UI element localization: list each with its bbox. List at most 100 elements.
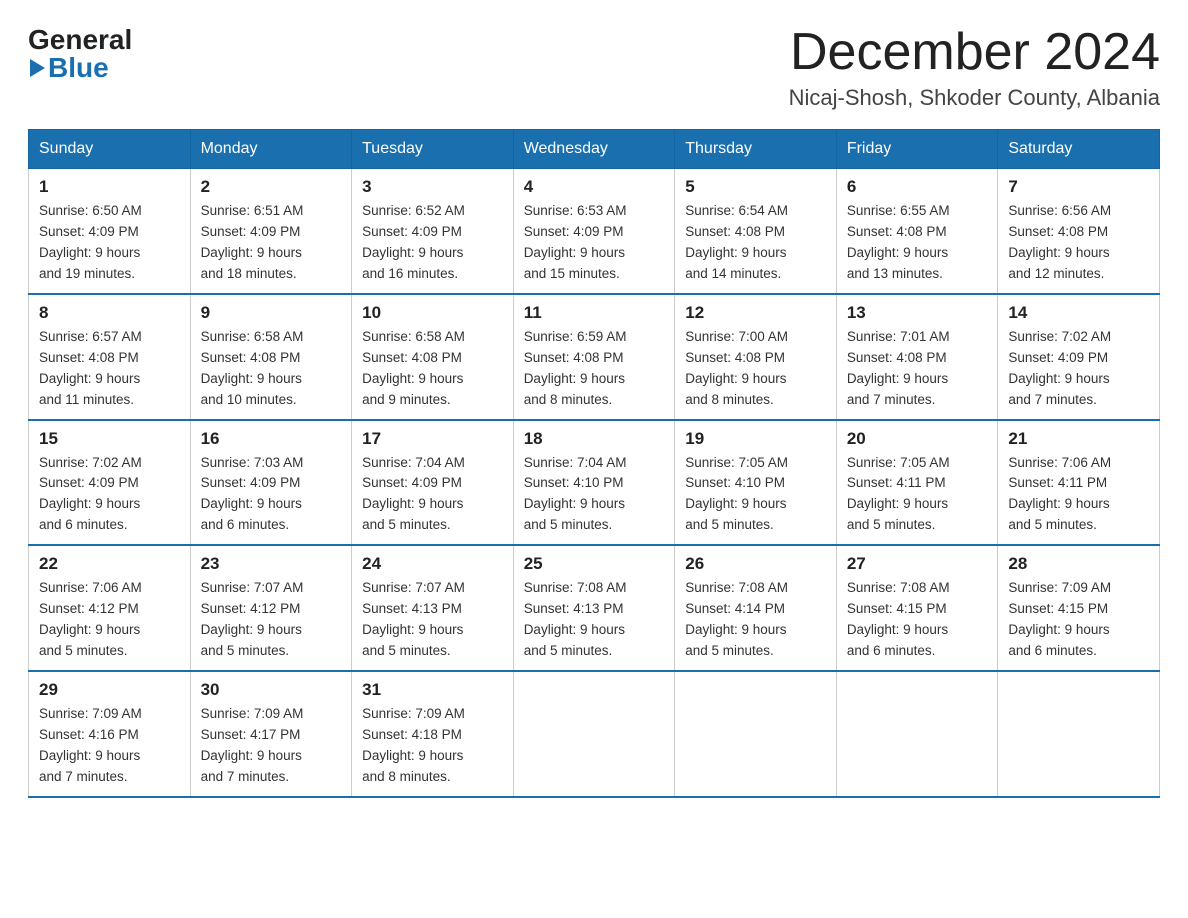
calendar-table: SundayMondayTuesdayWednesdayThursdayFrid… [28,129,1160,797]
day-info: Sunrise: 6:59 AMSunset: 4:08 PMDaylight:… [524,327,665,411]
day-info: Sunrise: 7:09 AMSunset: 4:18 PMDaylight:… [362,704,503,788]
day-info: Sunrise: 7:04 AMSunset: 4:09 PMDaylight:… [362,453,503,537]
day-number: 15 [39,429,180,449]
day-info: Sunrise: 7:04 AMSunset: 4:10 PMDaylight:… [524,453,665,537]
calendar-cell: 1 Sunrise: 6:50 AMSunset: 4:09 PMDaylight… [29,169,191,294]
calendar-cell: 30 Sunrise: 7:09 AMSunset: 4:17 PMDayligh… [190,671,352,797]
day-info: Sunrise: 6:56 AMSunset: 4:08 PMDaylight:… [1008,201,1149,285]
calendar-cell: 25 Sunrise: 7:08 AMSunset: 4:13 PMDayligh… [513,545,675,671]
day-info: Sunrise: 7:05 AMSunset: 4:10 PMDaylight:… [685,453,826,537]
day-number: 28 [1008,554,1149,574]
calendar-week-row: 8 Sunrise: 6:57 AMSunset: 4:08 PMDaylight… [29,294,1160,420]
main-title: December 2024 [789,24,1160,81]
day-number: 27 [847,554,988,574]
day-info: Sunrise: 7:03 AMSunset: 4:09 PMDaylight:… [201,453,342,537]
calendar-cell: 23 Sunrise: 7:07 AMSunset: 4:12 PMDayligh… [190,545,352,671]
calendar-day-header: Friday [836,130,998,169]
calendar-cell: 8 Sunrise: 6:57 AMSunset: 4:08 PMDaylight… [29,294,191,420]
day-info: Sunrise: 7:02 AMSunset: 4:09 PMDaylight:… [39,453,180,537]
day-info: Sunrise: 6:58 AMSunset: 4:08 PMDaylight:… [201,327,342,411]
day-info: Sunrise: 6:52 AMSunset: 4:09 PMDaylight:… [362,201,503,285]
day-number: 26 [685,554,826,574]
day-number: 25 [524,554,665,574]
calendar-day-header: Saturday [998,130,1160,169]
day-number: 24 [362,554,503,574]
day-number: 30 [201,680,342,700]
day-info: Sunrise: 7:07 AMSunset: 4:12 PMDaylight:… [201,578,342,662]
calendar-cell: 24 Sunrise: 7:07 AMSunset: 4:13 PMDayligh… [352,545,514,671]
day-info: Sunrise: 7:01 AMSunset: 4:08 PMDaylight:… [847,327,988,411]
calendar-cell: 5 Sunrise: 6:54 AMSunset: 4:08 PMDaylight… [675,169,837,294]
day-number: 18 [524,429,665,449]
calendar-cell [836,671,998,797]
calendar-cell: 21 Sunrise: 7:06 AMSunset: 4:11 PMDayligh… [998,420,1160,546]
day-number: 8 [39,303,180,323]
day-number: 20 [847,429,988,449]
day-number: 13 [847,303,988,323]
calendar-cell: 4Sunrise: 6:53 AMSunset: 4:09 PMDaylight… [513,169,675,294]
calendar-day-header: Monday [190,130,352,169]
day-info: Sunrise: 7:08 AMSunset: 4:15 PMDaylight:… [847,578,988,662]
day-info: Sunrise: 7:08 AMSunset: 4:13 PMDaylight:… [524,578,665,662]
day-info: Sunrise: 7:00 AMSunset: 4:08 PMDaylight:… [685,327,826,411]
title-block: December 2024 Nicaj-Shosh, Shkoder Count… [789,24,1160,111]
day-number: 19 [685,429,826,449]
calendar-header-row: SundayMondayTuesdayWednesdayThursdayFrid… [29,130,1160,169]
calendar-cell: 2 Sunrise: 6:51 AMSunset: 4:09 PMDaylight… [190,169,352,294]
day-number: 10 [362,303,503,323]
day-number: 21 [1008,429,1149,449]
day-info: Sunrise: 7:06 AMSunset: 4:11 PMDaylight:… [1008,453,1149,537]
day-info: Sunrise: 7:05 AMSunset: 4:11 PMDaylight:… [847,453,988,537]
calendar-cell: 14 Sunrise: 7:02 AMSunset: 4:09 PMDayligh… [998,294,1160,420]
calendar-cell: 18 Sunrise: 7:04 AMSunset: 4:10 PMDayligh… [513,420,675,546]
calendar-cell: 12 Sunrise: 7:00 AMSunset: 4:08 PMDayligh… [675,294,837,420]
calendar-cell [998,671,1160,797]
calendar-cell: 28 Sunrise: 7:09 AMSunset: 4:15 PMDayligh… [998,545,1160,671]
day-info: Sunrise: 6:50 AMSunset: 4:09 PMDaylight:… [39,201,180,285]
day-info: Sunrise: 6:51 AMSunset: 4:09 PMDaylight:… [201,201,342,285]
page-header: General Blue December 2024 Nicaj-Shosh, … [28,24,1160,111]
calendar-cell: 29Sunrise: 7:09 AMSunset: 4:16 PMDayligh… [29,671,191,797]
logo-arrow-icon [30,59,45,77]
calendar-cell: 6 Sunrise: 6:55 AMSunset: 4:08 PMDaylight… [836,169,998,294]
calendar-day-header: Wednesday [513,130,675,169]
day-number: 2 [201,177,342,197]
calendar-cell: 11Sunrise: 6:59 AMSunset: 4:08 PMDayligh… [513,294,675,420]
day-number: 12 [685,303,826,323]
calendar-cell: 15 Sunrise: 7:02 AMSunset: 4:09 PMDayligh… [29,420,191,546]
day-number: 6 [847,177,988,197]
day-number: 14 [1008,303,1149,323]
calendar-cell: 13 Sunrise: 7:01 AMSunset: 4:08 PMDayligh… [836,294,998,420]
day-info: Sunrise: 7:06 AMSunset: 4:12 PMDaylight:… [39,578,180,662]
calendar-cell: 20 Sunrise: 7:05 AMSunset: 4:11 PMDayligh… [836,420,998,546]
calendar-week-row: 15 Sunrise: 7:02 AMSunset: 4:09 PMDayligh… [29,420,1160,546]
calendar-cell: 10Sunrise: 6:58 AMSunset: 4:08 PMDayligh… [352,294,514,420]
day-number: 1 [39,177,180,197]
calendar-cell: 17Sunrise: 7:04 AMSunset: 4:09 PMDayligh… [352,420,514,546]
calendar-cell: 27 Sunrise: 7:08 AMSunset: 4:15 PMDayligh… [836,545,998,671]
day-info: Sunrise: 7:09 AMSunset: 4:17 PMDaylight:… [201,704,342,788]
day-info: Sunrise: 6:54 AMSunset: 4:08 PMDaylight:… [685,201,826,285]
calendar-day-header: Sunday [29,130,191,169]
calendar-day-header: Thursday [675,130,837,169]
day-number: 22 [39,554,180,574]
day-info: Sunrise: 7:09 AMSunset: 4:15 PMDaylight:… [1008,578,1149,662]
day-number: 23 [201,554,342,574]
calendar-cell [513,671,675,797]
calendar-day-header: Tuesday [352,130,514,169]
calendar-cell: 9Sunrise: 6:58 AMSunset: 4:08 PMDaylight… [190,294,352,420]
subtitle: Nicaj-Shosh, Shkoder County, Albania [789,85,1160,111]
day-number: 5 [685,177,826,197]
day-number: 16 [201,429,342,449]
calendar-cell: 19 Sunrise: 7:05 AMSunset: 4:10 PMDayligh… [675,420,837,546]
calendar-cell [675,671,837,797]
day-info: Sunrise: 6:55 AMSunset: 4:08 PMDaylight:… [847,201,988,285]
day-number: 7 [1008,177,1149,197]
day-info: Sunrise: 7:07 AMSunset: 4:13 PMDaylight:… [362,578,503,662]
day-number: 29 [39,680,180,700]
calendar-cell: 31Sunrise: 7:09 AMSunset: 4:18 PMDayligh… [352,671,514,797]
day-info: Sunrise: 6:57 AMSunset: 4:08 PMDaylight:… [39,327,180,411]
day-info: Sunrise: 6:53 AMSunset: 4:09 PMDaylight:… [524,201,665,285]
day-info: Sunrise: 7:02 AMSunset: 4:09 PMDaylight:… [1008,327,1149,411]
calendar-cell: 16 Sunrise: 7:03 AMSunset: 4:09 PMDayligh… [190,420,352,546]
